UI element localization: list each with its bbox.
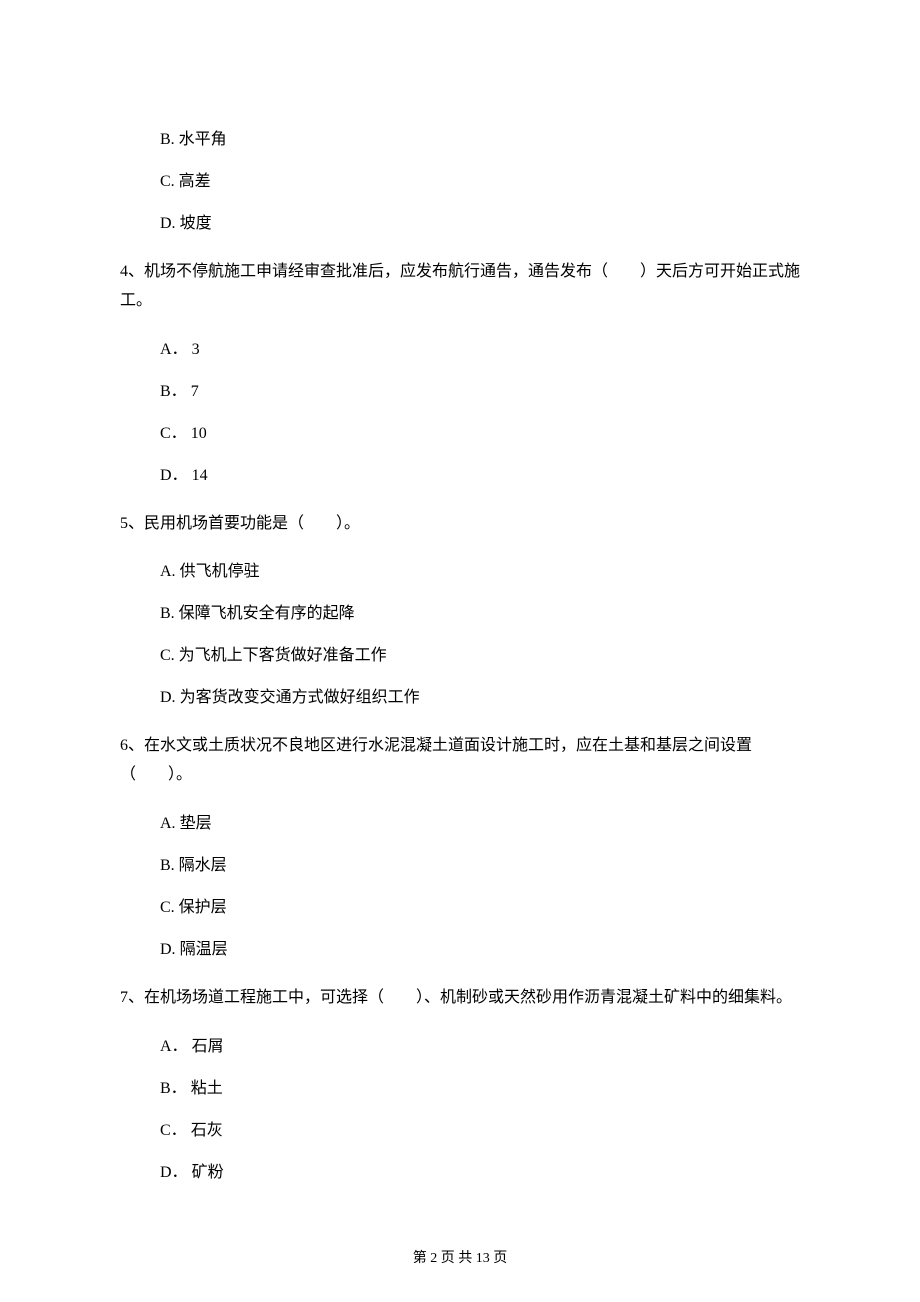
option-text: 水平角	[179, 131, 227, 148]
question-5: 5、民用机场首要功能是（ ）。	[120, 510, 800, 539]
option-label: D.	[160, 215, 176, 232]
option-label: C．	[160, 1122, 187, 1139]
option-label: D．	[160, 467, 188, 484]
option-text: 供飞机停驻	[180, 563, 260, 580]
question-7: 7、在机场场道工程施工中，可选择（ ）、机制砂或天然砂用作沥青混凝土矿料中的细集…	[120, 984, 800, 1013]
option-row: D. 隔温层	[120, 938, 800, 962]
option-label: C.	[160, 173, 175, 190]
option-row: D. 为客货改变交通方式做好组织工作	[120, 686, 800, 710]
option-row: C. 为飞机上下客货做好准备工作	[120, 644, 800, 668]
option-label: B．	[160, 1080, 187, 1097]
option-text: 3	[192, 341, 200, 358]
option-label: C.	[160, 899, 175, 916]
option-label: A．	[160, 341, 188, 358]
option-row: A． 3	[120, 338, 800, 362]
option-label: A.	[160, 815, 176, 832]
option-text: 为客货改变交通方式做好组织工作	[180, 689, 420, 706]
option-row: C. 高差	[120, 170, 800, 194]
option-text: 为飞机上下客货做好准备工作	[179, 647, 387, 664]
option-label: D.	[160, 941, 176, 958]
option-text: 10	[191, 425, 207, 442]
option-text: 坡度	[180, 215, 212, 232]
page-footer: 第 2 页 共 13 页	[0, 1247, 920, 1267]
option-label: B.	[160, 605, 175, 622]
page-content: B. 水平角 C. 高差 D. 坡度 4、机场不停航施工申请经审查批准后，应发布…	[0, 0, 920, 1185]
option-label: B．	[160, 383, 187, 400]
option-row: A. 垫层	[120, 812, 800, 836]
option-row: C． 石灰	[120, 1119, 800, 1143]
option-label: A．	[160, 1038, 188, 1055]
option-text: 石屑	[192, 1038, 224, 1055]
option-text: 矿粉	[192, 1164, 224, 1181]
option-row: A. 供飞机停驻	[120, 560, 800, 584]
option-label: C．	[160, 425, 187, 442]
option-label: D．	[160, 1164, 188, 1181]
option-row: D． 14	[120, 464, 800, 488]
option-label: C.	[160, 647, 175, 664]
option-row: C． 10	[120, 422, 800, 446]
option-text: 垫层	[180, 815, 212, 832]
question-6: 6、在水文或土质状况不良地区进行水泥混凝土道面设计施工时，应在土基和基层之间设置…	[120, 732, 800, 790]
option-text: 保障飞机安全有序的起降	[179, 605, 355, 622]
option-row: B． 粘土	[120, 1077, 800, 1101]
option-label: D.	[160, 689, 176, 706]
option-label: B.	[160, 131, 175, 148]
option-text: 粘土	[191, 1080, 223, 1097]
option-text: 保护层	[179, 899, 227, 916]
option-row: D. 坡度	[120, 212, 800, 236]
question-4: 4、机场不停航施工申请经审查批准后，应发布航行通告，通告发布（ ）天后方可开始正…	[120, 258, 800, 316]
option-text: 7	[191, 383, 199, 400]
option-text: 隔温层	[180, 941, 228, 958]
option-text: 隔水层	[179, 857, 227, 874]
option-row: D． 矿粉	[120, 1161, 800, 1185]
option-label: A.	[160, 563, 176, 580]
option-row: B. 保障飞机安全有序的起降	[120, 602, 800, 626]
option-row: C. 保护层	[120, 896, 800, 920]
option-text: 14	[192, 467, 208, 484]
option-row: B. 隔水层	[120, 854, 800, 878]
option-row: B. 水平角	[120, 128, 800, 152]
option-row: B． 7	[120, 380, 800, 404]
option-text: 石灰	[191, 1122, 223, 1139]
option-text: 高差	[179, 173, 211, 190]
option-row: A． 石屑	[120, 1035, 800, 1059]
option-label: B.	[160, 857, 175, 874]
